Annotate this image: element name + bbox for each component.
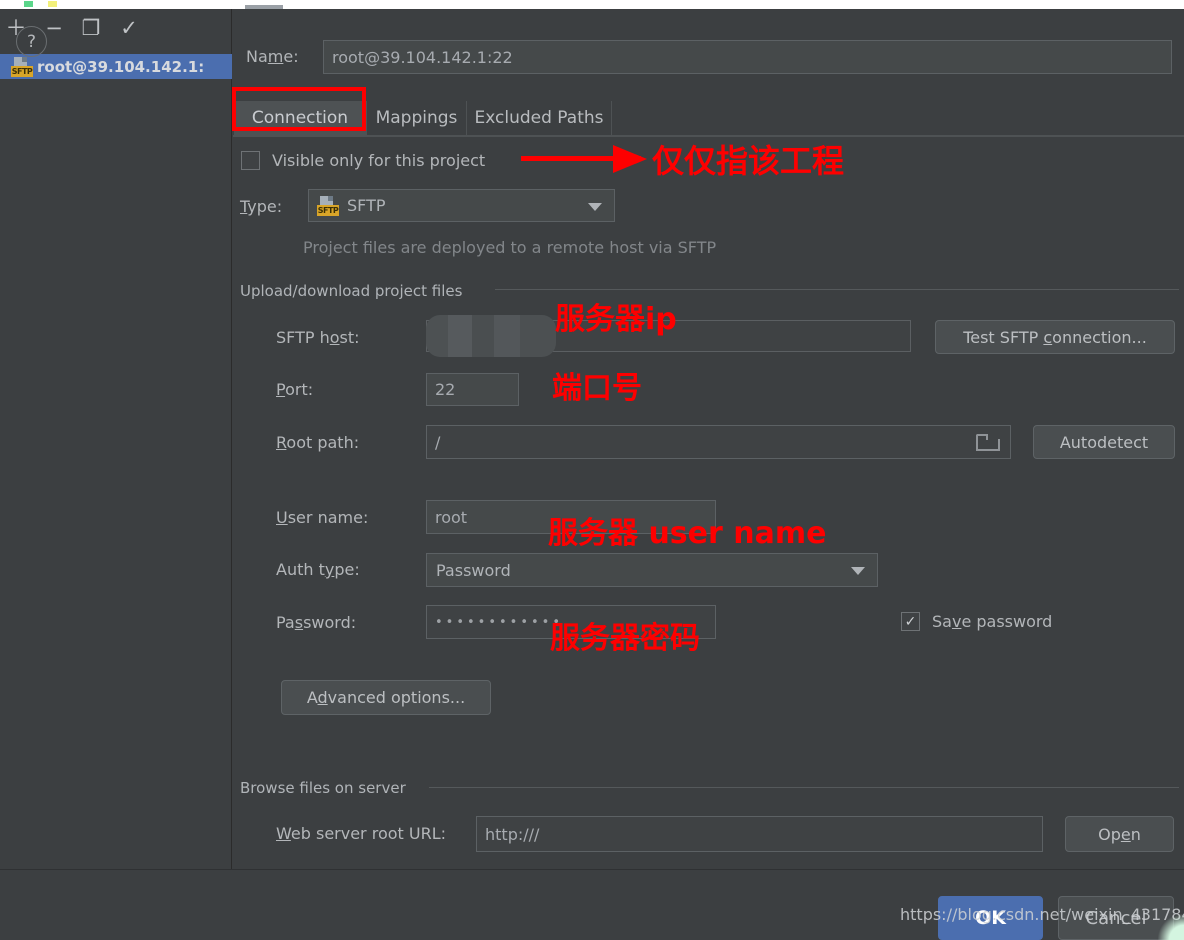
port-input-value: 22: [435, 380, 456, 399]
user-name-label: User name:: [276, 508, 369, 527]
set-default-button[interactable]: ✓: [116, 16, 142, 40]
advanced-options-label: Advanced options...: [306, 688, 466, 707]
tab-excluded-paths-label: Excluded Paths: [474, 108, 604, 128]
visible-only-checkbox[interactable]: [241, 151, 260, 170]
test-sftp-connection-button[interactable]: Test SFTP connection...: [935, 320, 1175, 354]
strip-mark-green: [24, 1, 33, 7]
save-password-label: Save password: [932, 612, 1053, 631]
tab-bar-underline: [233, 135, 1184, 137]
user-name-input-value: root: [435, 507, 468, 527]
root-path-input[interactable]: /: [426, 425, 1011, 459]
servers-sidebar: ＋ − ❐ ✓ SFTP root@39.104.142.1:: [0, 9, 232, 881]
upload-group-divider: [495, 289, 1179, 290]
port-input[interactable]: 22: [426, 373, 519, 406]
advanced-options-button[interactable]: Advanced options...: [281, 680, 491, 715]
type-description: Project files are deployed to a remote h…: [303, 238, 717, 257]
tab-excluded-paths[interactable]: Excluded Paths: [467, 101, 612, 135]
corner-glow: [1158, 914, 1184, 940]
chevron-down-icon: [588, 202, 602, 211]
root-path-label: Root path:: [276, 433, 360, 452]
save-password-checkbox[interactable]: ✓: [901, 612, 920, 631]
save-password-row[interactable]: ✓ Save password: [901, 612, 1052, 631]
top-white-strip: [0, 0, 1184, 9]
autodetect-button[interactable]: Autodetect: [1033, 425, 1175, 459]
port-label: Port:: [276, 380, 314, 399]
web-server-url-input[interactable]: http:///: [476, 816, 1043, 852]
type-label: Type:: [240, 197, 283, 216]
annotation-arrow-head: [613, 145, 647, 173]
sftp-badge-label: SFTP: [11, 65, 33, 77]
tab-connection[interactable]: Connection: [234, 101, 367, 135]
browse-group-divider: [429, 787, 1179, 788]
password-input-value: ••••••••••••: [435, 614, 564, 630]
open-url-button[interactable]: Open: [1065, 816, 1174, 852]
visible-only-label: Visible only for this project: [272, 151, 486, 170]
auth-type-label: Auth type:: [276, 560, 360, 579]
question-mark-icon: ?: [26, 31, 37, 52]
test-sftp-connection-label: Test SFTP connection...: [963, 327, 1147, 347]
server-list-item-label: root@39.104.142.1:: [37, 57, 205, 76]
web-server-url-value: http:///: [485, 824, 540, 844]
copy-server-button[interactable]: ❐: [78, 16, 104, 40]
strip-mark-yellow: [48, 1, 57, 7]
autodetect-label: Autodetect: [1059, 432, 1149, 452]
sftp-host-redacted-value: [426, 315, 556, 357]
sftp-type-badge-label: SFTP: [317, 204, 339, 216]
minus-icon: −: [45, 15, 63, 40]
cancel-button-label: Cancel: [1085, 907, 1147, 929]
tab-mappings-label: Mappings: [375, 108, 458, 128]
sftp-host-label: SFTP host:: [276, 328, 360, 347]
ok-button[interactable]: OK: [938, 896, 1043, 940]
sftp-type-icon: SFTP: [317, 195, 339, 216]
auth-type-dropdown[interactable]: Password: [426, 553, 878, 587]
help-button[interactable]: ?: [16, 26, 47, 57]
settings-panel: Name: root@39.104.142.1:22 Connection Ma…: [233, 9, 1184, 869]
visible-only-row[interactable]: Visible only for this project: [241, 151, 485, 170]
checkmark-icon: ✓: [120, 15, 138, 40]
tab-mappings[interactable]: Mappings: [367, 101, 467, 135]
type-dropdown[interactable]: SFTP SFTP: [308, 189, 615, 222]
ok-button-label: OK: [975, 907, 1006, 929]
name-input-value: root@39.104.142.1:22: [332, 47, 513, 67]
upload-group-title: Upload/download project files: [240, 282, 463, 300]
tab-connection-label: Connection: [251, 108, 349, 128]
name-label: Name:: [246, 47, 299, 66]
password-input[interactable]: ••••••••••••: [426, 605, 716, 639]
folder-browse-icon[interactable]: [976, 434, 1000, 451]
open-url-label: Open: [1098, 824, 1141, 844]
copy-icon: ❐: [81, 15, 101, 40]
server-list-item[interactable]: SFTP root@39.104.142.1:: [0, 54, 232, 79]
deployment-settings-dialog: ＋ − ❐ ✓ SFTP root@39.104.142.1: Name: ro…: [0, 0, 1184, 940]
auth-type-value: Password: [436, 560, 511, 580]
type-dropdown-value: SFTP: [347, 196, 386, 215]
browse-group-title: Browse files on server: [240, 779, 406, 797]
name-input[interactable]: root@39.104.142.1:22: [323, 40, 1172, 74]
chevron-down-icon: [851, 567, 865, 575]
cancel-button[interactable]: Cancel: [1058, 896, 1174, 940]
user-name-input[interactable]: root: [426, 500, 716, 534]
tab-bar: Connection Mappings Excluded Paths: [233, 101, 1184, 136]
sftp-server-icon: SFTP: [11, 56, 33, 77]
password-label: Password:: [276, 613, 357, 632]
root-path-input-value: /: [435, 432, 441, 452]
web-server-url-label: Web server root URL:: [276, 824, 447, 843]
tab-bar-filler: [612, 101, 1184, 135]
